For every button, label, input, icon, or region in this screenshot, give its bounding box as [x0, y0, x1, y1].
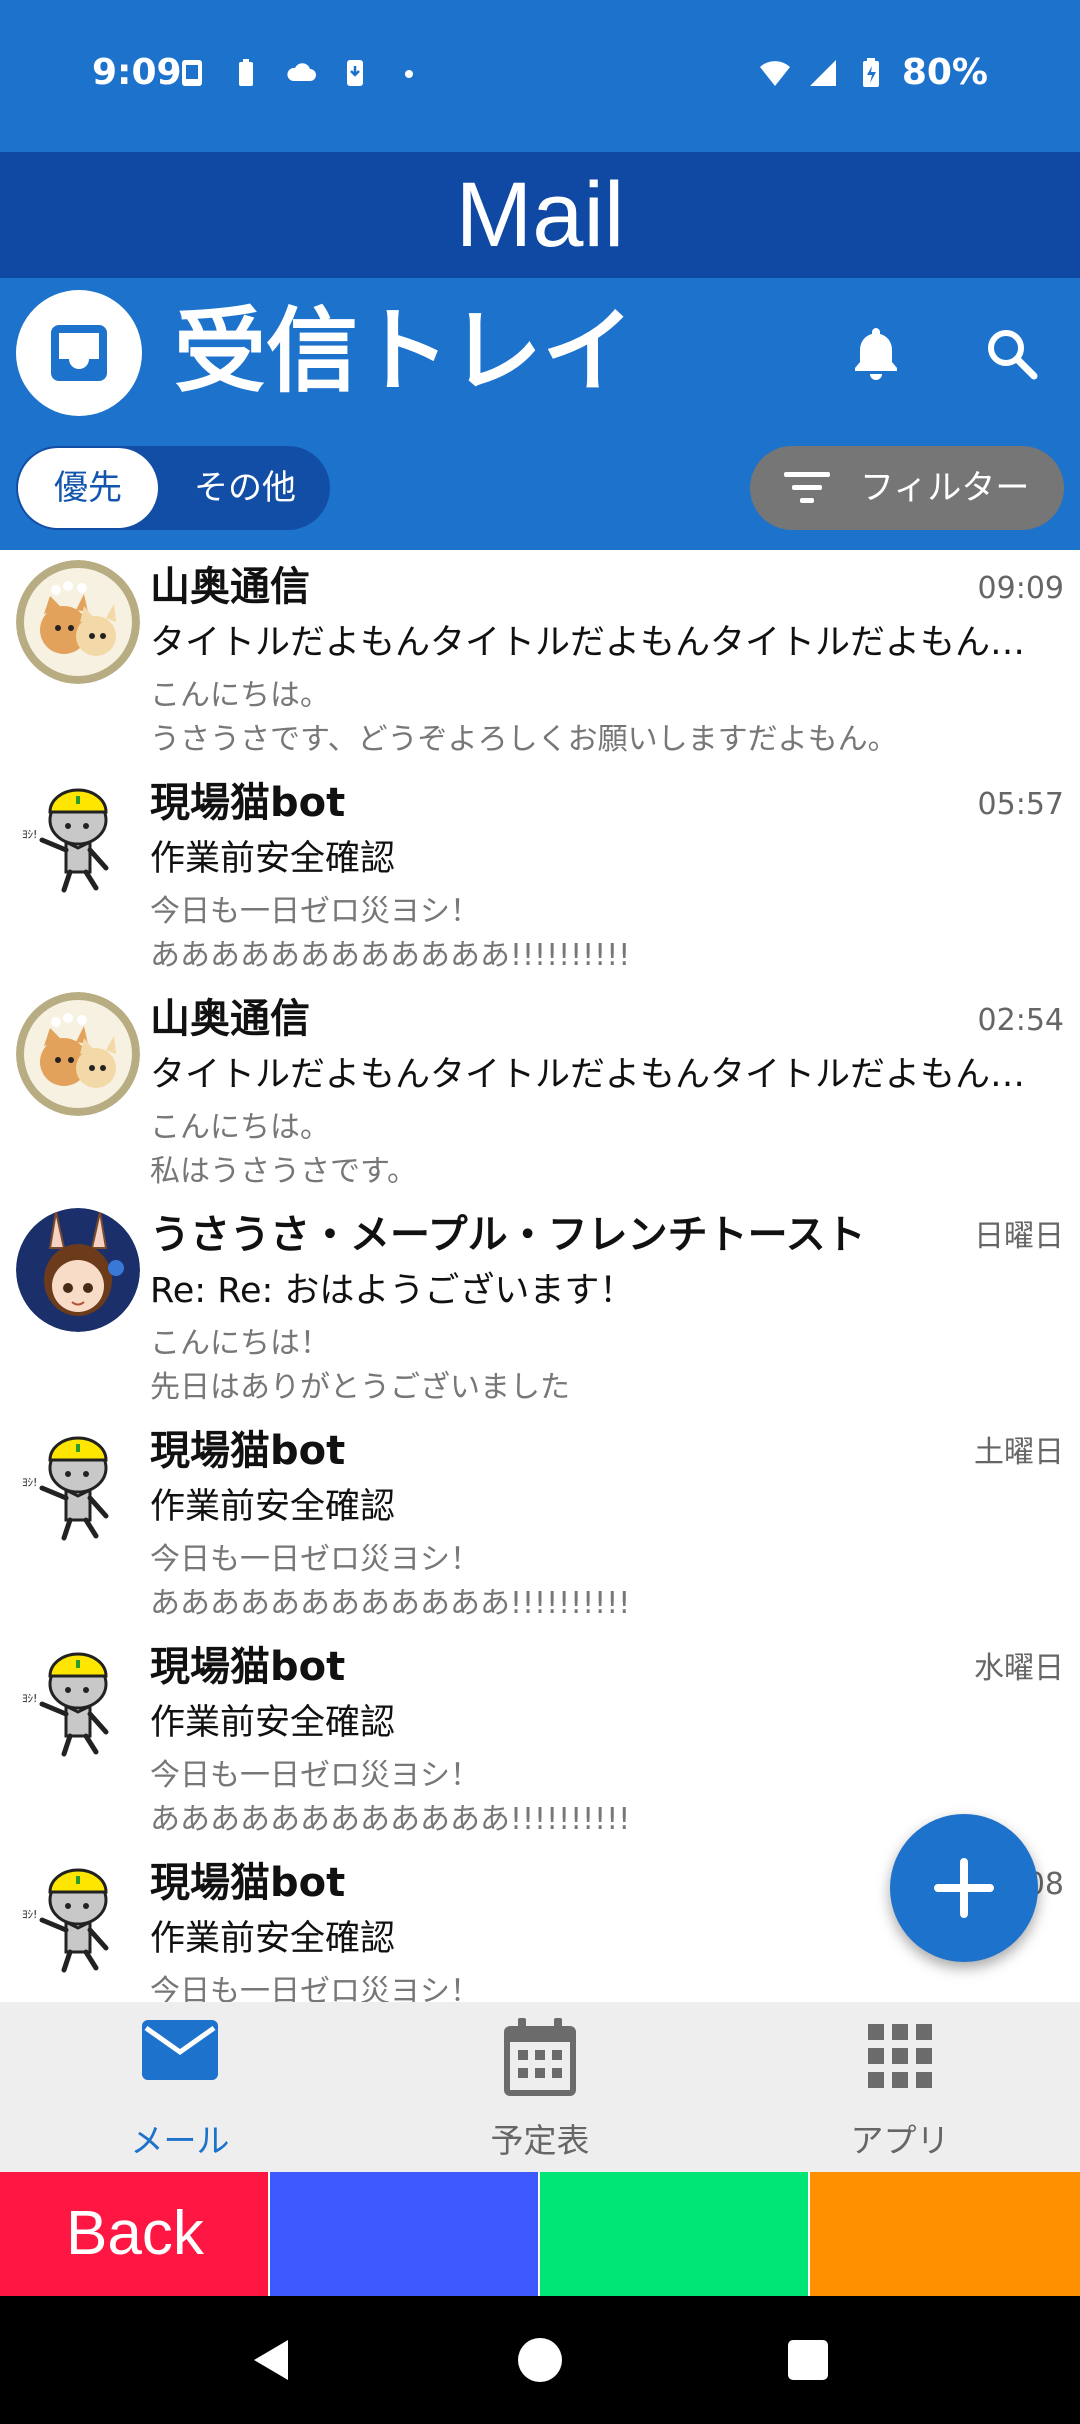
svg-text:ﾖｼ!: ﾖｼ! [22, 828, 37, 841]
mail-sender: 現場猫bot [150, 780, 346, 826]
calendar-icon [504, 2018, 576, 2096]
mail-sender: 現場猫bot [150, 1644, 346, 1690]
mail-item[interactable]: 山奥通信 09:09 タイトルだよもんタイトルだよもんタイトルだよもんタイトルだ… [0, 550, 1080, 766]
status-bar: 9:09 80% [0, 0, 1080, 152]
notification-icons [176, 56, 426, 90]
mail-time: 09:09 [977, 571, 1064, 606]
genba-cat-avatar: ﾖｼ! [16, 1640, 140, 1764]
mail-preview: 私はうさうさです。 [150, 1154, 417, 1189]
cats-avatar [16, 992, 140, 1116]
mail-subject: 作業前安全確認 [150, 839, 396, 879]
mail-preview: 今日も一日ゼロ災ヨシ！ [150, 1758, 480, 1793]
mail-item[interactable]: うさうさ・メープル・フレンチトースト 日曜日 Re: Re: おはようございます… [0, 1198, 1080, 1414]
nav-recents-icon[interactable] [786, 2338, 830, 2382]
filter-button[interactable]: フィルター [750, 446, 1064, 530]
inbox-avatar[interactable] [16, 290, 142, 416]
battery-percent: 80% [901, 52, 988, 93]
battery-icon [862, 57, 879, 87]
wifi-icon [759, 60, 790, 86]
cloud-icon [287, 63, 316, 81]
blue-button[interactable] [270, 2172, 540, 2296]
dot-icon [405, 70, 413, 78]
genba-cat-avatar: ﾖｼ! [16, 1856, 140, 1980]
nav-label: メール [130, 2121, 230, 2160]
nav-mail[interactable]: メール [0, 2002, 360, 2172]
mail-sender: 現場猫bot [150, 1860, 346, 1906]
nav-home-icon[interactable] [516, 2336, 564, 2384]
nav-calendar[interactable]: 予定表 [360, 2002, 720, 2172]
bunny-girl-avatar [16, 1208, 140, 1332]
mail-preview: 今日も一日ゼロ災ヨシ！ [150, 894, 480, 929]
mail-time: 水曜日 [974, 1651, 1064, 1686]
bell-icon[interactable] [842, 320, 910, 388]
signal-icon [809, 59, 836, 86]
filter-icon [784, 472, 830, 503]
mail-preview: こんにちは。 [150, 678, 330, 713]
mail-list[interactable]: 山奥通信 09:09 タイトルだよもんタイトルだよもんタイトルだよもんタイトルだ… [0, 550, 1080, 2002]
mail-time: 土曜日 [974, 1435, 1064, 1470]
mail-item[interactable]: ﾖｼ! 現場猫bot 土曜日 作業前安全確認 今日も一日ゼロ災ヨシ！ あああああ… [0, 1414, 1080, 1630]
battery-saver-icon [239, 59, 253, 86]
svg-text:ﾖｼ!: ﾖｼ! [22, 1476, 37, 1489]
mail-preview: ああああああああああああ!!!!!!!!!! [150, 1586, 631, 1621]
mail-time: 日曜日 [974, 1219, 1064, 1254]
mail-icon [142, 2020, 218, 2080]
nav-label: アプリ [850, 2121, 950, 2160]
back-button[interactable]: Back [0, 2172, 270, 2296]
mail-item[interactable]: ﾖｼ! 現場猫bot 05:57 作業前安全確認 今日も一日ゼロ災ヨシ！ あああ… [0, 766, 1080, 982]
mail-item[interactable]: ﾖｼ! 現場猫bot 水曜日 作業前安全確認 今日も一日ゼロ災ヨシ！ あああああ… [0, 1630, 1080, 1846]
genba-cat-avatar: ﾖｼ! [16, 776, 140, 900]
download-icon [347, 60, 363, 86]
nav-label: 予定表 [490, 2121, 590, 2160]
bottom-navigation: メール 予定表 アプリ [0, 2002, 1080, 2172]
priority-segmented-control: 優先 その他 [16, 446, 330, 530]
mail-subject: Re: Re: おはようございます！ [150, 1271, 635, 1311]
green-button[interactable] [540, 2172, 810, 2296]
svg-text:ﾖｼ!: ﾖｼ! [22, 1692, 37, 1705]
genba-cat-avatar: ﾖｼ! [16, 1424, 140, 1548]
mail-subject: タイトルだよもんタイトルだよもんタイトルだよもんタイトルだよもん [150, 623, 1050, 663]
tab-priority[interactable]: 優先 [18, 448, 158, 528]
mail-item[interactable]: 山奥通信 02:54 タイトルだよもんタイトルだよもんタイトルだよもんタイトルだ… [0, 982, 1080, 1198]
nav-back-icon[interactable] [248, 2336, 296, 2384]
mail-preview: 先日はありがとうございました [150, 1370, 570, 1405]
color-button-bar: Back [0, 2172, 1080, 2296]
mail-time: 02:54 [977, 1003, 1064, 1038]
mail-preview: ああああああああああああ!!!!!!!!!! [150, 1802, 631, 1837]
mail-preview: こんにちは。 [150, 1110, 330, 1145]
system-navigation-bar [0, 2296, 1080, 2424]
plus-icon [934, 1858, 994, 1918]
mail-sender: うさうさ・メープル・フレンチトースト [150, 1212, 866, 1258]
tab-other[interactable]: その他 [170, 448, 320, 528]
mail-sender: 現場猫bot [150, 1428, 346, 1474]
search-icon[interactable] [978, 320, 1046, 388]
svg-text:ﾖｼ!: ﾖｼ! [22, 1908, 37, 1921]
mail-subject: タイトルだよもんタイトルだよもんタイトルだよもんタイトルだよもん [150, 1055, 1050, 1095]
mail-time: 05:57 [977, 787, 1064, 822]
status-time: 9:09 [92, 52, 182, 93]
mail-sender: 山奥通信 [150, 996, 310, 1042]
apps-grid-icon [868, 2024, 932, 2088]
mail-sender: 山奥通信 [150, 564, 310, 610]
compose-button[interactable] [890, 1814, 1038, 1962]
page-title: 受信トレイ [174, 298, 635, 405]
orange-button[interactable] [810, 2172, 1080, 2296]
mail-subject: 作業前安全確認 [150, 1487, 396, 1527]
mail-preview: うさうさです、どうぞよろしくお願いしますだよもん。 [150, 722, 898, 757]
device-icon [182, 60, 202, 86]
mail-preview: こんにちは！ [150, 1326, 330, 1361]
mail-preview: 今日も一日ゼロ災ヨシ！ [150, 1542, 480, 1577]
mail-preview: 今日も一日ゼロ災ヨシ！ [150, 1974, 480, 2002]
nav-apps[interactable]: アプリ [720, 2002, 1080, 2172]
filter-label: フィルター [860, 468, 1030, 508]
app-title: Mail [455, 164, 625, 266]
mail-subject: 作業前安全確認 [150, 1703, 396, 1743]
inbox-tray-icon [51, 325, 107, 381]
inbox-header: 受信トレイ 優先 その他 フィルター [0, 278, 1080, 550]
system-indicators: 80% [758, 52, 988, 93]
cats-avatar [16, 560, 140, 684]
app-title-bar: Mail [0, 152, 1080, 278]
mail-preview: ああああああああああああ!!!!!!!!!! [150, 938, 631, 973]
